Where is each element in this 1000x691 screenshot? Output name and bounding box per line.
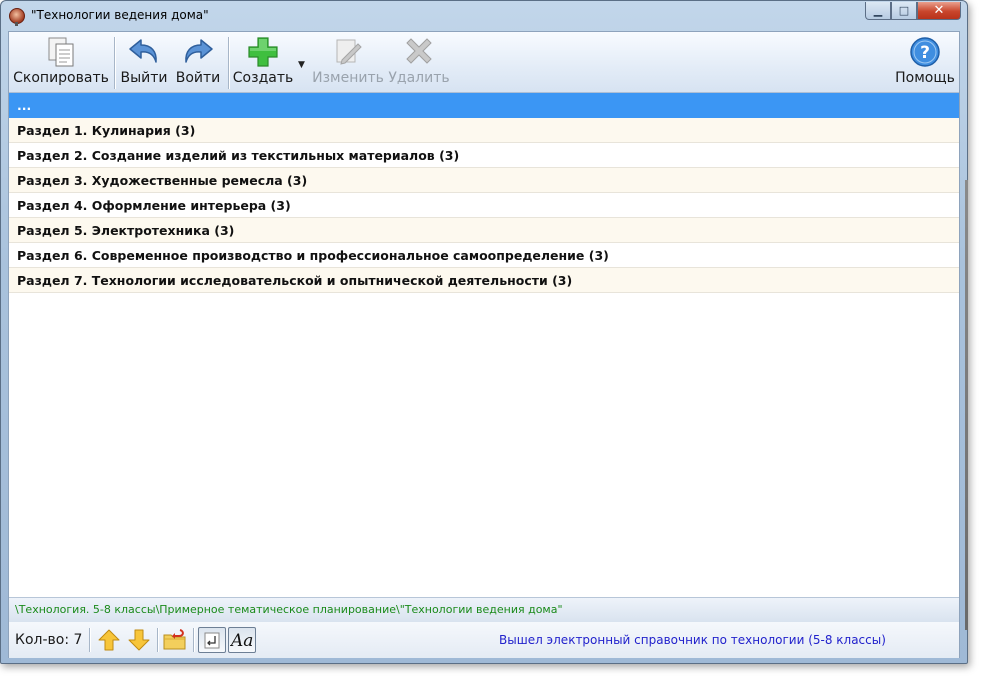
folder-return-button[interactable]	[161, 627, 189, 653]
breadcrumb: \Технология. 5-8 классы\Примерное темати…	[15, 603, 563, 616]
help-button[interactable]: ? Помощь	[893, 32, 957, 92]
list-item[interactable]: Раздел 7. Технологии исследовательской и…	[9, 268, 959, 293]
edit-button[interactable]: Изменить	[311, 32, 385, 92]
toolbar-separator	[114, 37, 115, 89]
client-area: Скопировать Выйти Войти Создать ▼ Измени…	[8, 31, 960, 658]
svg-text:Aa: Aa	[230, 631, 253, 651]
create-button[interactable]: Создать	[233, 32, 293, 92]
exit-button-label: Выйти	[120, 70, 168, 86]
list-item[interactable]: Раздел 6. Современное производство и про…	[9, 243, 959, 268]
app-icon[interactable]	[9, 8, 25, 26]
delete-button-label: Удалить	[388, 70, 450, 86]
edit-button-label: Изменить	[312, 70, 384, 86]
svg-text:?: ?	[920, 43, 930, 63]
arrow-up-icon	[98, 629, 120, 651]
title-bar[interactable]: "Технологии ведения дома" ▁ □ ✕	[1, 1, 967, 31]
back-arrow-icon	[126, 35, 162, 69]
window-controls: ▁ □ ✕	[865, 2, 961, 20]
list-item[interactable]: Раздел 2. Создание изделий из текстильны…	[9, 143, 959, 168]
window-shadow	[965, 180, 968, 630]
list-item-parent[interactable]: ...	[9, 93, 959, 118]
help-button-label: Помощь	[895, 70, 955, 86]
list-item[interactable]: Раздел 4. Оформление интерьера (3)	[9, 193, 959, 218]
delete-button[interactable]: Удалить	[388, 32, 450, 92]
folder-return-icon	[163, 629, 186, 650]
status-message[interactable]: Вышел электронный справочник по технолог…	[499, 633, 886, 647]
app-window: "Технологии ведения дома" ▁ □ ✕ Скопиров…	[0, 0, 968, 664]
copy-button[interactable]: Скопировать	[13, 32, 109, 92]
list-item[interactable]: Раздел 1. Кулинария (3)	[9, 118, 959, 143]
forward-arrow-icon	[180, 35, 216, 69]
list-item[interactable]: Раздел 3. Художественные ремесла (3)	[9, 168, 959, 193]
minimize-button[interactable]: ▁	[865, 2, 891, 20]
create-button-label: Создать	[232, 70, 294, 86]
font-settings-toggle[interactable]: Aa	[228, 627, 256, 653]
help-icon: ?	[907, 35, 943, 69]
create-dropdown-arrow[interactable]: ▼	[298, 60, 305, 70]
status-separator	[89, 628, 90, 652]
move-up-button[interactable]	[95, 627, 123, 653]
enter-button-label: Войти	[175, 70, 221, 86]
sections-list[interactable]: ... Раздел 1. Кулинария (3) Раздел 2. Со…	[9, 93, 959, 595]
toolbar-separator	[228, 37, 229, 89]
close-button[interactable]: ✕	[917, 2, 961, 20]
enter-key-icon	[204, 632, 220, 649]
enter-button[interactable]: Войти	[173, 32, 223, 92]
path-bar: \Технология. 5-8 классы\Примерное темати…	[9, 597, 959, 623]
x-delete-icon	[401, 35, 437, 69]
copy-icon	[43, 35, 79, 69]
copy-button-label: Скопировать	[13, 70, 109, 86]
window-title: "Технологии ведения дома"	[31, 8, 209, 22]
status-bar: Кол-во: 7 Aa Вышел электронный справочни…	[9, 622, 959, 658]
list-item[interactable]: Раздел 5. Электротехника (3)	[9, 218, 959, 243]
status-separator	[157, 628, 158, 652]
exit-button[interactable]: Выйти	[119, 32, 169, 92]
toolbar: Скопировать Выйти Войти Создать ▼ Измени…	[9, 32, 959, 93]
item-count: Кол-во: 7	[15, 632, 83, 648]
arrow-down-icon	[128, 629, 150, 651]
maximize-button[interactable]: □	[891, 2, 917, 20]
line-break-toggle[interactable]	[198, 627, 226, 653]
plus-icon	[245, 35, 281, 69]
move-down-button[interactable]	[125, 627, 153, 653]
font-icon: Aa	[230, 631, 253, 651]
status-separator	[193, 628, 194, 652]
pencil-icon	[330, 35, 366, 69]
